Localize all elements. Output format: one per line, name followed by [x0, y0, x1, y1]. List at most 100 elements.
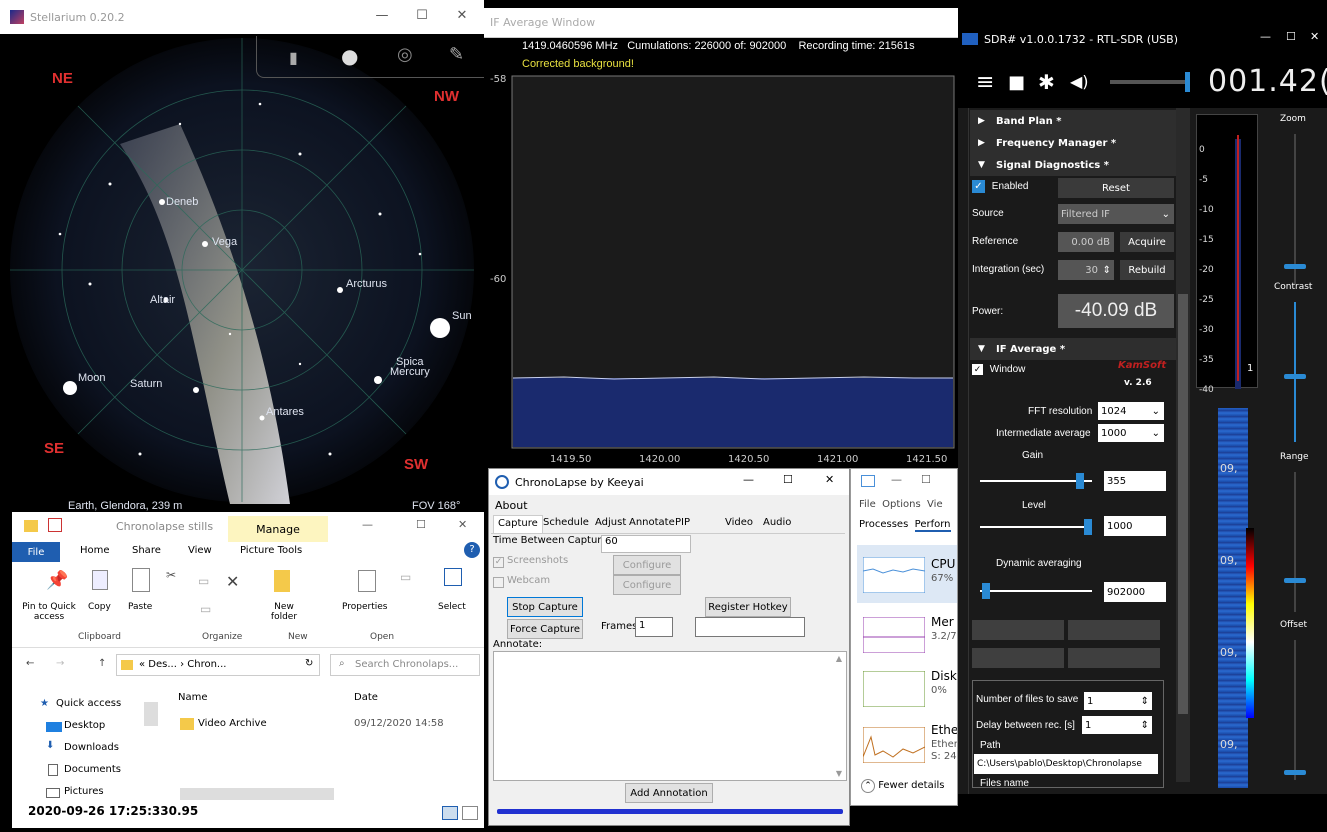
scroll-down-icon[interactable]: ▼ — [836, 769, 842, 778]
sky-view[interactable] — [0, 34, 484, 512]
stop-icon[interactable]: ● — [341, 44, 358, 68]
zoom-slider[interactable] — [1284, 134, 1306, 284]
properties-button[interactable]: Properties — [342, 602, 387, 612]
maximize-button[interactable]: ☐ — [1286, 30, 1296, 43]
contrast-slider[interactable] — [1284, 302, 1306, 442]
maximize-button[interactable]: ☐ — [921, 473, 931, 486]
hotkey-input[interactable] — [695, 617, 805, 637]
acquire-button[interactable]: Acquire — [1120, 232, 1174, 252]
delete-icon[interactable]: ✕ — [226, 572, 239, 591]
tab-video[interactable]: Video — [721, 515, 757, 533]
frames-input[interactable]: 1 — [635, 617, 673, 637]
add-annotation-button[interactable]: Add Annotation — [625, 783, 713, 803]
nav-desktop[interactable]: Desktop — [64, 720, 105, 731]
manage-tab[interactable]: Manage — [228, 516, 328, 542]
back-icon[interactable]: ← — [26, 658, 34, 669]
perf-item-disk[interactable]: Disk 0% — [857, 665, 957, 719]
panel-scrollbar[interactable] — [1176, 108, 1190, 782]
force-capture-button[interactable]: Force Capture — [507, 619, 583, 639]
wrench-icon[interactable]: ✎ — [449, 44, 464, 65]
move-icon[interactable]: ▭ — [198, 574, 209, 588]
band-plan-header[interactable]: ▶ Band Plan * — [970, 110, 1176, 132]
volume-slider[interactable] — [1110, 72, 1190, 92]
close-button[interactable]: ✕ — [458, 518, 467, 531]
path-input[interactable]: C:\Users\pablo\Desktop\Chronolapse — [974, 754, 1158, 774]
signal-diagnostics-header[interactable]: ▼ Signal Diagnostics * — [970, 154, 1176, 176]
table-row[interactable]: Video Archive 09/12/2020 14:58 — [178, 716, 478, 736]
gain-value[interactable]: 355 — [1104, 471, 1166, 491]
nav-documents[interactable]: Documents — [64, 764, 121, 775]
cut-icon[interactable]: ✂ — [166, 568, 176, 582]
copy-button[interactable]: Copy — [88, 602, 111, 612]
col-date[interactable]: Date — [354, 692, 378, 703]
nav-downloads[interactable]: Downloads — [64, 742, 119, 753]
tab-audio[interactable]: Audio — [759, 515, 795, 533]
menu-icon[interactable]: ≡ — [976, 70, 994, 95]
enabled-checkbox[interactable]: ✓ — [972, 180, 985, 193]
tab-capture[interactable]: Capture — [493, 515, 543, 533]
refresh-icon[interactable]: ↻ — [305, 658, 313, 669]
search-box[interactable]: ⌕ Search Chronolaps... — [330, 654, 480, 676]
fft-select[interactable]: 1024 ⌄ — [1098, 402, 1164, 420]
minimize-button[interactable]: — — [891, 473, 902, 486]
offset-slider[interactable] — [1284, 640, 1306, 780]
target-icon[interactable]: ◎ — [397, 44, 413, 65]
stop-capture-button[interactable]: Stop Capture — [507, 597, 583, 617]
level-value[interactable]: 1000 — [1104, 516, 1166, 536]
col-name[interactable]: Name — [178, 692, 208, 703]
tab-schedule[interactable]: Schedule — [539, 515, 593, 533]
blank-button-1[interactable] — [972, 620, 1064, 640]
close-button[interactable]: ✕ — [825, 473, 834, 486]
fewer-details-row[interactable]: ⌃ Fewer details — [861, 779, 944, 793]
tab-view[interactable]: View — [188, 545, 212, 556]
minimize-button[interactable]: — — [743, 473, 754, 486]
tab-pip[interactable]: PIP — [671, 515, 694, 533]
help-icon[interactable]: ? — [464, 542, 480, 558]
tab-processes[interactable]: Processes — [859, 519, 908, 530]
minimize-button[interactable]: — — [360, 0, 404, 30]
stop-icon[interactable]: ■ — [1008, 72, 1025, 93]
close-button[interactable]: ✕ — [1310, 30, 1319, 43]
nav-scrollbar[interactable] — [144, 702, 158, 726]
register-hotkey-button[interactable]: Register Hotkey — [705, 597, 791, 617]
scroll-up-icon[interactable]: ▲ — [836, 654, 842, 663]
configure-button-2[interactable]: Configure — [613, 575, 681, 595]
select-button[interactable]: Select — [438, 602, 466, 612]
rename-icon[interactable]: ▭ — [200, 602, 211, 616]
nav-pictures[interactable]: Pictures — [64, 786, 104, 797]
screenshots-checkbox[interactable]: ✓ — [493, 557, 504, 568]
menu-view[interactable]: Vie — [927, 499, 943, 510]
rebuild-button[interactable]: Rebuild — [1120, 260, 1174, 280]
tab-performance[interactable]: Perforn — [914, 519, 951, 532]
gain-slider[interactable] — [980, 473, 1092, 489]
delay-stepper[interactable]: 1 ⇕ — [1082, 716, 1152, 734]
time-between-input[interactable]: 60 — [601, 535, 691, 553]
blank-button-4[interactable] — [1068, 648, 1160, 668]
address-bar[interactable]: « Des... › Chron... ↻ — [116, 654, 320, 676]
paste-button[interactable]: Paste — [128, 602, 152, 612]
webcam-checkbox[interactable] — [493, 577, 504, 588]
pin-button[interactable]: Pin to Quick access — [20, 602, 78, 622]
about-menu[interactable]: About — [495, 499, 528, 512]
open-icon[interactable]: ▭ — [400, 570, 411, 584]
reset-button[interactable]: Reset — [1058, 178, 1174, 198]
minimize-button[interactable]: — — [362, 518, 373, 531]
tab-picture-tools[interactable]: Picture Tools — [240, 545, 302, 556]
dynamic-slider[interactable] — [980, 583, 1092, 599]
integration-stepper[interactable]: 30 ⇕ — [1058, 260, 1114, 280]
menu-file[interactable]: File — [859, 499, 876, 510]
maximize-button[interactable]: ☐ — [416, 518, 426, 531]
spectrum-plot[interactable]: -58 -60 1419.50 1420.00 1420.50 1421.00 1421… — [484, 68, 958, 468]
new-folder-button[interactable]: New folder — [266, 602, 302, 622]
if-average-header[interactable]: ▼ IF Average * — [970, 338, 1176, 360]
forward-icon[interactable]: → — [56, 658, 64, 669]
nav-quick-access[interactable]: Quick access — [56, 698, 121, 709]
tab-share[interactable]: Share — [132, 545, 161, 556]
up-icon[interactable]: ↑ — [98, 658, 106, 669]
trash-icon[interactable]: ▮ — [289, 48, 298, 67]
maximize-button[interactable]: ☐ — [783, 473, 793, 486]
tab-file[interactable]: File — [12, 542, 60, 562]
minimize-button[interactable]: — — [1260, 30, 1271, 43]
perf-item-cpu[interactable]: CPU 67% — [857, 545, 957, 603]
close-button[interactable]: ✕ — [440, 0, 484, 30]
